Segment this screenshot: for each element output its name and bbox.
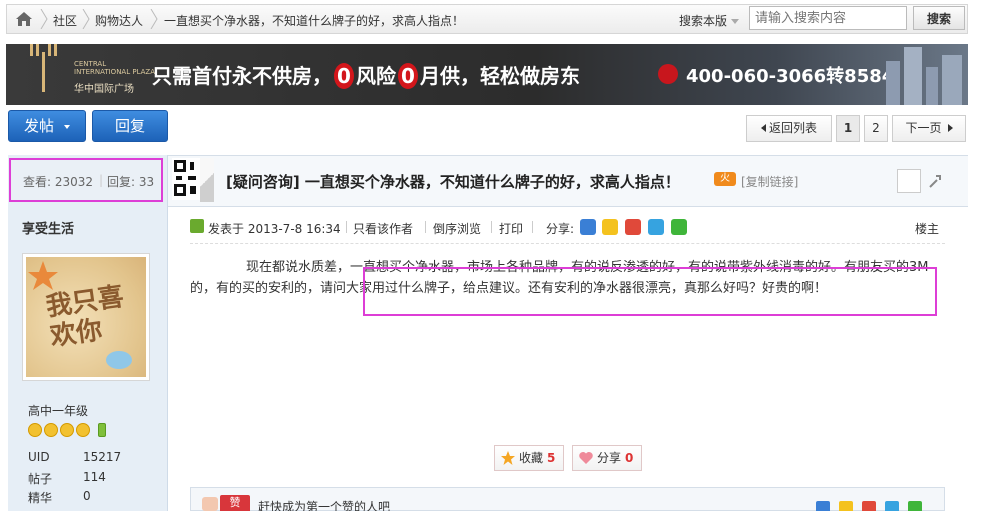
author-name[interactable]: 享受生活 — [22, 218, 74, 237]
page-2-button[interactable]: 2 — [864, 115, 888, 142]
share-wechat-icon[interactable] — [671, 219, 687, 235]
building-graphic — [886, 61, 900, 105]
share-wechat-icon[interactable] — [908, 501, 922, 511]
back-to-list-button[interactable]: 返回列表 — [746, 115, 832, 142]
wrench-icon[interactable] — [928, 173, 942, 189]
star-medal-icon — [76, 423, 90, 437]
breadcrumb-current-thread: 一直想买个净水器，不知道什么牌子的好，求高人指点！ — [164, 14, 465, 28]
online-status-icon — [190, 219, 204, 233]
page-fold-decoration — [200, 158, 214, 202]
chevron-down-icon — [731, 19, 740, 24]
share-weibo-icon[interactable] — [625, 219, 641, 235]
back-to-list-label: 返回列表 — [768, 121, 817, 135]
ad-banner[interactable]: CENTRAL INTERNATIONAL PLAZA 华中国际广场 只需首付永不… — [6, 44, 968, 105]
like-button[interactable]: 赞 — [220, 495, 250, 511]
share-qq-icon[interactable] — [839, 501, 853, 511]
search-input[interactable] — [749, 6, 907, 30]
author-uid: UID 15217 — [28, 450, 122, 464]
favorite-count: 5 — [547, 451, 556, 465]
highlight-box — [363, 267, 937, 316]
share-qq-icon[interactable] — [602, 219, 618, 235]
favorite-label: 收藏 — [519, 451, 544, 465]
chevron-right-icon — [947, 124, 953, 132]
meta-divider — [491, 221, 492, 233]
phone-icon — [658, 64, 678, 84]
share-weibo-icon[interactable] — [862, 501, 876, 511]
only-author-link[interactable]: 只看该作者 — [353, 220, 413, 237]
fire-icon: 火 — [714, 172, 736, 186]
author-digest: 精华 0 — [28, 489, 91, 505]
phone-medal-icon — [98, 423, 106, 437]
avatar-text: 我只喜欢你 — [44, 281, 126, 353]
breadcrumb-shopping[interactable]: 购物达人 — [95, 12, 143, 29]
author-medals[interactable] — [28, 423, 108, 440]
search-scope-label: 搜索本版 — [679, 14, 728, 28]
share-qzone-icon[interactable] — [580, 219, 596, 235]
collapse-sidebar-button[interactable] — [897, 169, 921, 193]
thread-stats: 查看: 23032 | 回复: 33 — [9, 158, 163, 202]
floor-label: 楼主 — [915, 222, 940, 236]
star-icon — [501, 451, 515, 465]
next-page-button[interactable]: 下一页 — [892, 115, 966, 142]
chevron-left-icon — [760, 124, 766, 132]
favorite-button[interactable]: 收藏 5 — [494, 445, 564, 471]
view-count: 查看: 23032 — [23, 175, 94, 189]
copy-link-button[interactable]: [复制链接] — [741, 173, 798, 190]
reply-count: 回复: 33 — [107, 175, 155, 189]
share-tencent-icon[interactable] — [648, 219, 664, 235]
author-rank[interactable]: 高中一年级 — [28, 402, 88, 419]
share-label-text: 分享 — [597, 451, 622, 465]
building-graphic — [942, 55, 962, 105]
banner-phone: 400-060-3066转8584 — [686, 66, 895, 87]
meta-divider — [346, 221, 347, 233]
thread-title: [疑问咨询] 一直想买个净水器，不知道什么牌子的好，求高人指点！ — [226, 173, 680, 191]
reply-button[interactable]: 回复 — [92, 110, 168, 142]
smiley-medal-icon — [44, 423, 58, 437]
next-page-label: 下一页 — [905, 121, 942, 135]
new-post-button[interactable]: 发帖 — [8, 110, 86, 142]
share-qzone-icon[interactable] — [816, 501, 830, 511]
search-button[interactable]: 搜索 — [913, 6, 965, 30]
search-scope-dropdown[interactable]: 搜索本版 — [679, 12, 740, 29]
share-button[interactable]: 分享 0 — [572, 445, 642, 471]
breadcrumb-community[interactable]: 社区 — [53, 12, 77, 29]
avatar[interactable]: 我只喜欢你 — [22, 253, 150, 381]
breadcrumb-separator-icon — [150, 9, 158, 29]
building-graphic — [926, 67, 938, 105]
breadcrumb-separator-icon — [40, 9, 48, 29]
author-posts: 帖子 114 — [28, 470, 106, 486]
smiley-medal-icon — [28, 423, 42, 437]
shell-icon — [106, 351, 132, 369]
avatar-image: 我只喜欢你 — [26, 257, 146, 377]
logo-english: CENTRAL INTERNATIONAL PLAZA — [74, 60, 155, 76]
chevron-down-icon — [64, 124, 70, 129]
building-graphic — [904, 47, 922, 105]
new-post-label: 发帖 — [23, 117, 54, 135]
home-icon[interactable] — [15, 11, 33, 27]
post-date: 发表于 2013-7-8 16:34 — [208, 222, 341, 236]
moon-medal-icon — [60, 423, 74, 437]
logo-chinese: 华中国际广场 — [74, 84, 134, 95]
print-link[interactable]: 打印 — [499, 220, 523, 237]
meta-divider-line — [190, 243, 945, 244]
banner-slogan: 只需首付永不供房， 0 风险 0 月供，轻松做房东 — [152, 63, 580, 89]
share-tencent-icon[interactable] — [885, 501, 899, 511]
stats-divider: | — [99, 173, 104, 187]
heart-icon — [579, 452, 593, 464]
share-count: 0 — [625, 451, 634, 465]
meta-divider — [532, 221, 533, 233]
page-1-button[interactable]: 1 — [836, 115, 860, 142]
share-label: 分享: — [546, 222, 575, 236]
starfish-icon — [28, 261, 58, 290]
breadcrumb-separator-icon — [82, 9, 90, 29]
meta-divider — [425, 221, 426, 233]
reverse-order-link[interactable]: 倒序浏览 — [433, 220, 481, 237]
breadcrumb-bar: 社区 购物达人 一直想买个净水器，不知道什么牌子的好，求高人指点！ 搜索本版 搜… — [6, 4, 968, 34]
avatar-placeholder-icon — [202, 497, 218, 511]
first-like-prompt: 赶快成为第一个赞的人吧 — [258, 500, 391, 511]
